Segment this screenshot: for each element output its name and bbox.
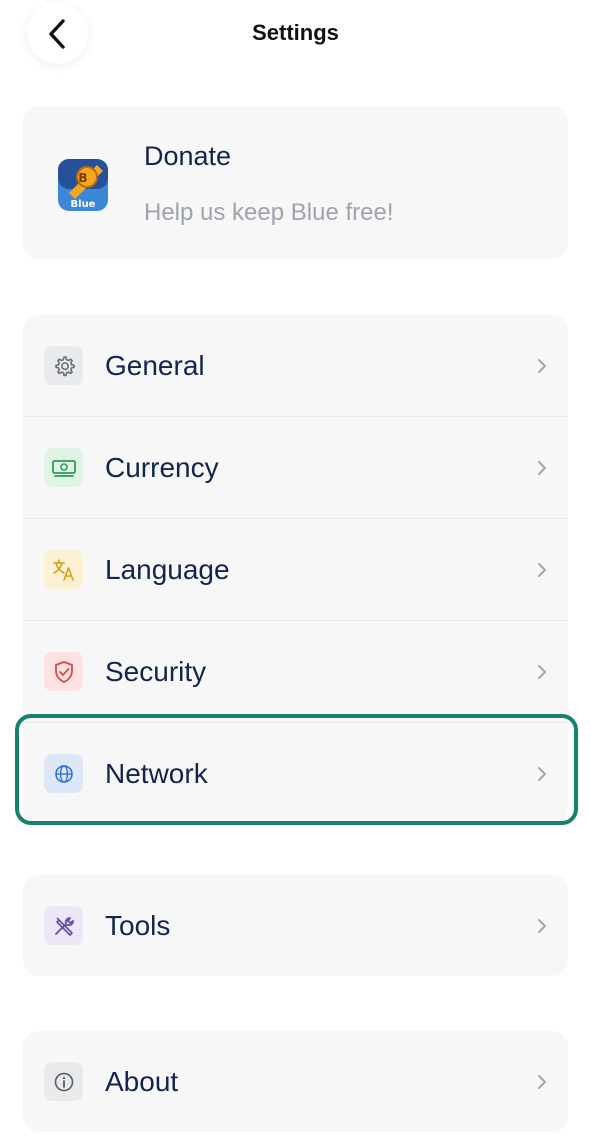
- settings-item-label: General: [105, 349, 205, 381]
- chevron-right-icon: [538, 918, 546, 933]
- info-icon: [44, 1062, 83, 1101]
- settings-item-label: Language: [105, 553, 230, 585]
- settings-item-label: Currency: [105, 451, 219, 483]
- settings-item-security[interactable]: Security: [23, 620, 568, 722]
- money-icon: [44, 448, 83, 487]
- settings-group-main: General Currency Language Security Netwo…: [23, 315, 568, 824]
- page-title: Settings: [252, 20, 339, 45]
- settings-item-general[interactable]: General: [23, 315, 568, 416]
- chevron-right-icon: [538, 664, 546, 679]
- settings-item-about[interactable]: About: [23, 1031, 568, 1132]
- settings-item-label: Tools: [105, 909, 171, 941]
- chevron-right-icon: [538, 460, 546, 475]
- donate-title: Donate: [144, 141, 232, 171]
- blue-wallet-logo-icon: B Blue: [58, 159, 108, 211]
- tools-icon: [44, 906, 83, 945]
- header: Settings: [0, 0, 591, 80]
- donate-subtitle: Help us keep Blue free!: [144, 199, 394, 226]
- settings-item-language[interactable]: Language: [23, 518, 568, 620]
- settings-item-label: Security: [105, 655, 207, 687]
- gear-icon: [44, 346, 83, 385]
- settings-item-label: Network: [105, 757, 208, 789]
- settings-item-label: About: [105, 1065, 179, 1097]
- settings-group-tools: Tools: [23, 875, 568, 976]
- network-icon: [44, 754, 83, 793]
- settings-item-currency[interactable]: Currency: [23, 416, 568, 518]
- chevron-right-icon: [538, 358, 546, 373]
- shield-check-icon: [44, 652, 83, 691]
- svg-text:B: B: [78, 171, 87, 185]
- chevron-right-icon: [538, 766, 546, 781]
- svg-text:Blue: Blue: [71, 199, 96, 210]
- donate-card[interactable]: B Blue Donate Help us keep Blue free!: [23, 106, 568, 259]
- translate-icon: [44, 550, 83, 589]
- settings-item-network[interactable]: Network: [23, 722, 568, 824]
- settings-group-about: About: [23, 1031, 568, 1132]
- chevron-right-icon: [538, 1074, 546, 1089]
- settings-item-tools[interactable]: Tools: [23, 875, 568, 976]
- chevron-right-icon: [538, 562, 546, 577]
